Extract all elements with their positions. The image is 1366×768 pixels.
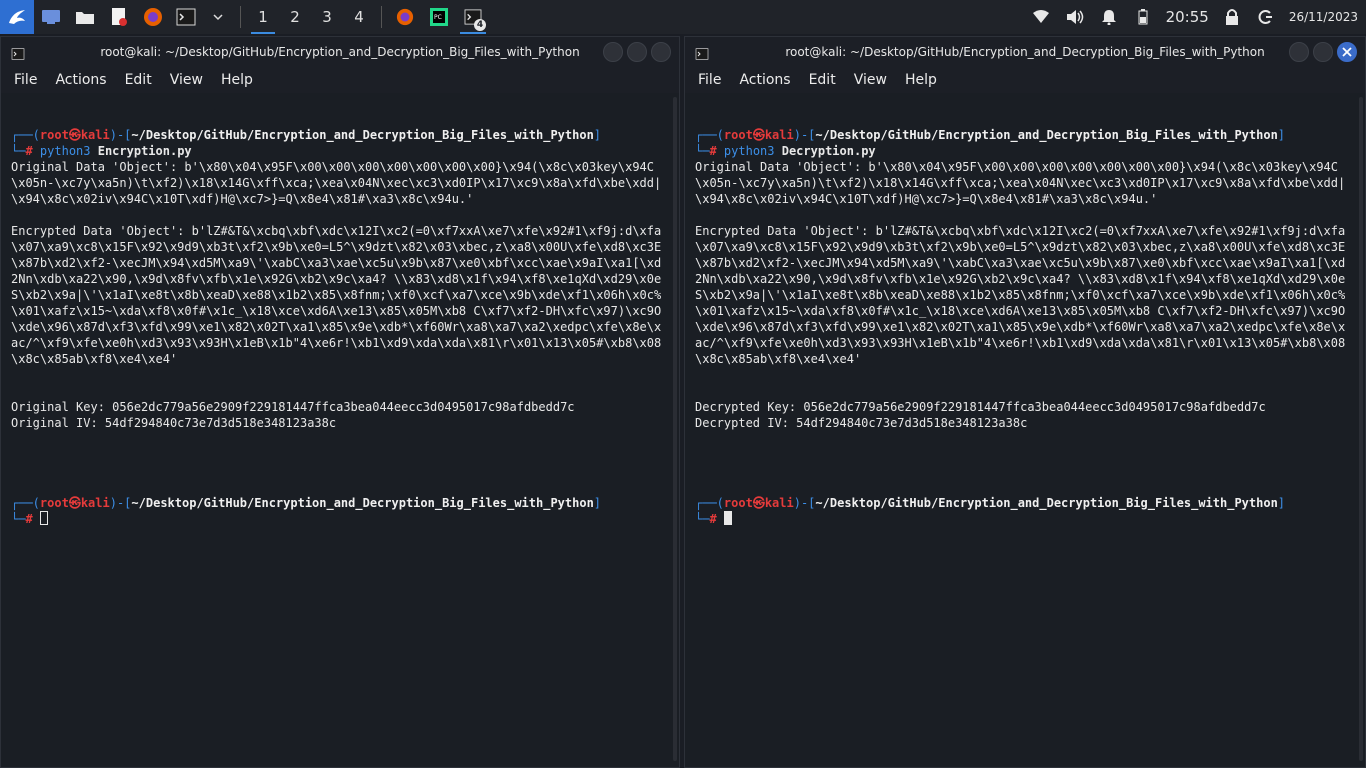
kali-menu-icon[interactable]: [0, 0, 34, 34]
file-manager-icon[interactable]: [68, 0, 102, 34]
volume-icon[interactable]: [1058, 0, 1092, 34]
power-icon[interactable]: [1249, 0, 1283, 34]
terminal-window-icon[interactable]: 4: [456, 0, 490, 34]
workspace-1[interactable]: 1: [247, 0, 279, 34]
taskbar-separator: [381, 6, 382, 28]
clock[interactable]: 20:55: [1160, 8, 1215, 26]
text-cursor: [39, 511, 48, 525]
workspace-3[interactable]: 3: [311, 0, 343, 34]
close-button[interactable]: [1337, 42, 1357, 62]
key-output: Decrypted Key: 056e2dc779a56e2909f229181…: [695, 400, 1266, 414]
window-titlebar[interactable]: root@kali: ~/Desktop/GitHub/Encryption_a…: [1, 37, 679, 67]
menu-help[interactable]: Help: [212, 72, 262, 88]
terminal-window-decryption[interactable]: root@kali: ~/Desktop/GitHub/Encryption_a…: [684, 36, 1366, 768]
terminal-count-badge: 4: [474, 19, 486, 31]
date[interactable]: 26/11/2023: [1283, 10, 1358, 24]
text-cursor: [723, 511, 732, 525]
close-icon: [1342, 47, 1352, 57]
menu-view[interactable]: View: [161, 72, 212, 88]
prompt-line: ┌──(root㉿kali)-[~/Desktop/GitHub/Encrypt…: [695, 496, 1286, 510]
lock-icon[interactable]: [1215, 0, 1249, 34]
firefox-window-icon[interactable]: [388, 0, 422, 34]
window-title: root@kali: ~/Desktop/GitHub/Encryption_a…: [785, 45, 1265, 59]
terminal-icon: [11, 45, 25, 64]
iv-output: Original IV: 54df294840c73e7d3d518e34812…: [11, 416, 337, 430]
workspace-4[interactable]: 4: [343, 0, 375, 34]
menu-actions[interactable]: Actions: [730, 72, 799, 88]
menu-edit[interactable]: Edit: [116, 72, 161, 88]
menubar: File Actions Edit View Help: [1, 67, 679, 93]
terminal-launcher-icon[interactable]: [170, 0, 202, 34]
show-desktop-icon[interactable]: [34, 0, 68, 34]
notification-bell-icon[interactable]: [1092, 0, 1126, 34]
taskbar-separator: [240, 6, 241, 28]
window-title: root@kali: ~/Desktop/GitHub/Encryption_a…: [100, 45, 580, 59]
pycharm-window-icon[interactable]: PC: [422, 0, 456, 34]
battery-icon[interactable]: [1126, 0, 1160, 34]
maximize-button[interactable]: [1313, 42, 1333, 62]
prompt-line: ┌──(root㉿kali)-[~/Desktop/GitHub/Encrypt…: [11, 128, 602, 142]
terminal-output[interactable]: ┌──(root㉿kali)-[~/Desktop/GitHub/Encrypt…: [695, 111, 1351, 767]
menu-view[interactable]: View: [845, 72, 896, 88]
menu-actions[interactable]: Actions: [46, 72, 115, 88]
scrollbar[interactable]: [673, 97, 677, 761]
scrollbar[interactable]: [1359, 97, 1363, 761]
menu-help[interactable]: Help: [896, 72, 946, 88]
encrypted-data-output: Encrypted Data 'Object': b'lZ#&T&\xcbq\x…: [695, 224, 1346, 366]
close-button[interactable]: [651, 42, 671, 62]
taskbar: 1 2 3 4 PC 4 20:55 26/11/2023: [0, 0, 1366, 34]
svg-text:PC: PC: [434, 14, 442, 21]
firefox-icon[interactable]: [136, 0, 170, 34]
menubar: File Actions Edit View Help: [685, 67, 1365, 93]
chevron-down-icon[interactable]: [202, 0, 234, 34]
menu-file[interactable]: File: [689, 72, 730, 88]
window-titlebar[interactable]: root@kali: ~/Desktop/GitHub/Encryption_a…: [685, 37, 1365, 67]
command-line: └─# python3 Encryption.py: [11, 144, 192, 158]
minimize-button[interactable]: [603, 42, 623, 62]
minimize-button[interactable]: [1289, 42, 1309, 62]
prompt-line: ┌──(root㉿kali)-[~/Desktop/GitHub/Encrypt…: [11, 496, 602, 510]
terminal-output[interactable]: ┌──(root㉿kali)-[~/Desktop/GitHub/Encrypt…: [11, 111, 665, 767]
original-data-output: Original Data 'Object': b'\x80\x04\x95F\…: [11, 160, 662, 206]
command-line: └─# python3 Decryption.py: [695, 144, 876, 158]
workspace-2[interactable]: 2: [279, 0, 311, 34]
network-icon[interactable]: [1024, 0, 1058, 34]
text-editor-icon[interactable]: [102, 0, 136, 34]
menu-edit[interactable]: Edit: [800, 72, 845, 88]
command-line: └─#: [11, 511, 665, 527]
original-data-output: Original Data 'Object': b'\x80\x04\x95F\…: [695, 160, 1346, 206]
command-line: └─#: [695, 511, 1351, 527]
iv-output: Decrypted IV: 54df294840c73e7d3d518e3481…: [695, 416, 1028, 430]
key-output: Original Key: 056e2dc779a56e2909f2291814…: [11, 400, 575, 414]
terminal-icon: [695, 45, 709, 64]
terminal-window-encryption[interactable]: root@kali: ~/Desktop/GitHub/Encryption_a…: [0, 36, 680, 768]
encrypted-data-output: Encrypted Data 'Object': b'lZ#&T&\xcbq\x…: [11, 224, 662, 366]
prompt-line: ┌──(root㉿kali)-[~/Desktop/GitHub/Encrypt…: [695, 128, 1286, 142]
menu-file[interactable]: File: [5, 72, 46, 88]
maximize-button[interactable]: [627, 42, 647, 62]
